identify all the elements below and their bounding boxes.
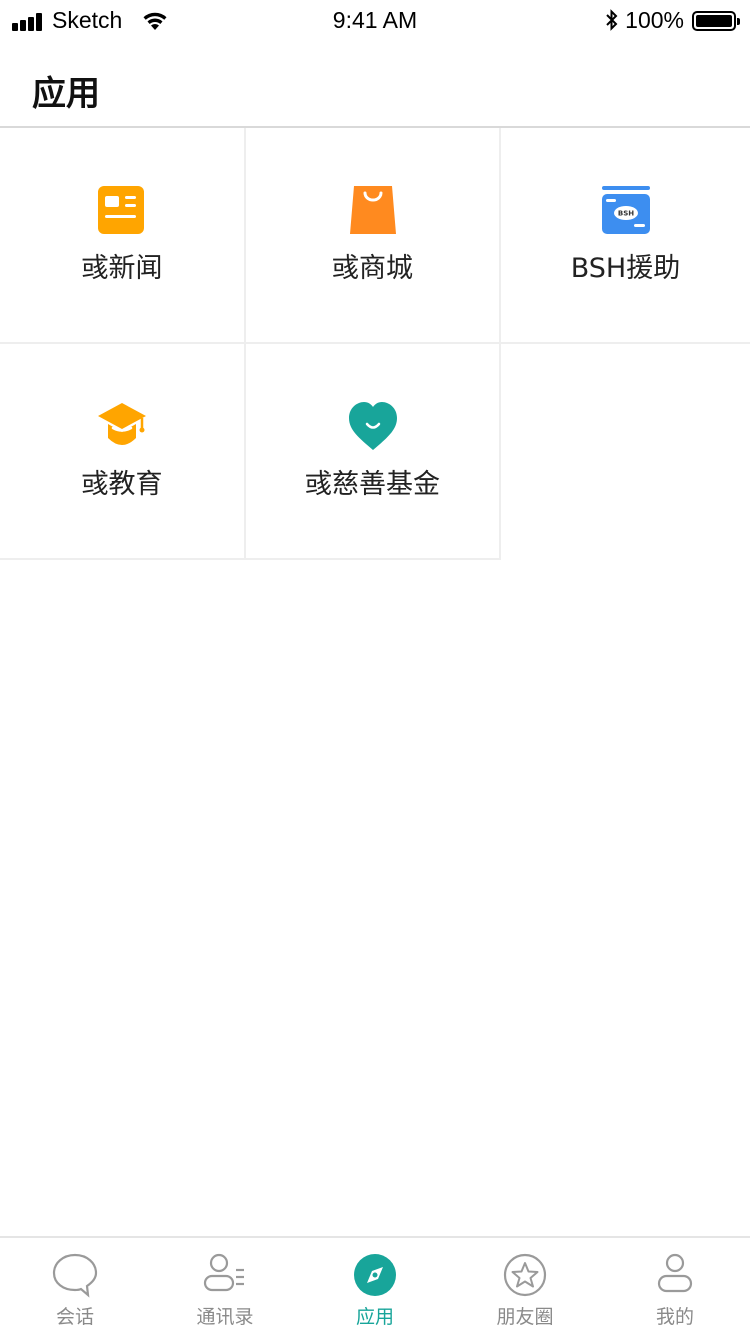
tab-moments[interactable]: 朋友圈 (450, 1238, 600, 1334)
tab-chat[interactable]: 会话 (0, 1238, 150, 1334)
graduation-cap-icon (98, 403, 146, 445)
shopping-bag-icon (349, 186, 396, 234)
tab-contacts[interactable]: 通讯录 (150, 1238, 300, 1334)
app-label: 彧教育 (81, 469, 163, 500)
bsh-card-icon: BSH (601, 186, 650, 234)
chat-bubble-icon (52, 1253, 98, 1298)
app-label: 彧慈善基金 (305, 469, 440, 500)
tab-label: 朋友圈 (496, 1306, 554, 1328)
tab-me[interactable]: 我的 (600, 1238, 750, 1334)
status-bar: Sketch 9:41 AM 100% (0, 0, 750, 40)
app-tile-mall[interactable]: 彧商城 (246, 128, 501, 344)
page-title: 应用 (32, 74, 100, 114)
app-label: 彧商城 (332, 253, 413, 284)
battery-icon (692, 10, 740, 31)
svg-text:BSH: BSH (617, 210, 633, 218)
app-tile-news[interactable]: 彧新闻 (0, 128, 246, 344)
compass-icon (354, 1254, 396, 1296)
tab-bar: 会话 通讯录 应用 朋友圈 我的 (0, 1236, 750, 1334)
status-bar-right: 100% (605, 7, 740, 34)
tab-label: 会话 (55, 1306, 94, 1328)
nav-header: 应用 (0, 40, 750, 128)
app-tile-education[interactable]: 彧教育 (0, 344, 246, 560)
contacts-icon (203, 1253, 244, 1292)
app-label: BSH援助 (570, 253, 681, 284)
app-label: 彧新闻 (81, 253, 163, 284)
tab-label: 我的 (655, 1306, 694, 1328)
tab-label: 通讯录 (196, 1306, 254, 1328)
star-icon (503, 1253, 547, 1297)
person-icon (657, 1253, 693, 1293)
tab-apps[interactable]: 应用 (300, 1238, 450, 1334)
newspaper-icon (98, 186, 144, 234)
heart-icon (348, 402, 397, 450)
app-tile-bsh-aid[interactable]: BSH BSH援助 (501, 128, 750, 344)
app-tile-charity-fund[interactable]: 彧慈善基金 (246, 344, 501, 560)
battery-percentage: 100% (625, 7, 684, 33)
tab-label: 应用 (355, 1306, 394, 1328)
bluetooth-icon (606, 8, 618, 31)
